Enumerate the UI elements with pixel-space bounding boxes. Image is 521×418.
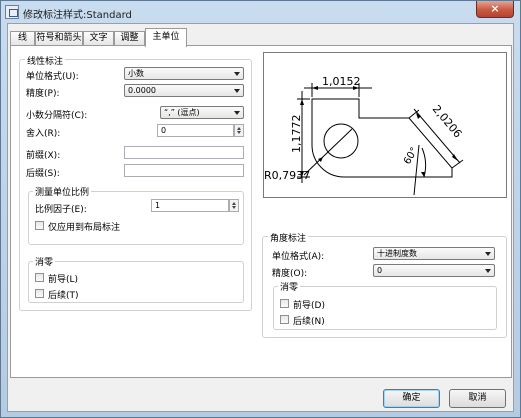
angular-trailing-zero-label: 后续(N)	[293, 317, 325, 327]
linear-dimensions-title: 线性标注	[25, 54, 66, 67]
arrowhead-icon	[300, 99, 304, 105]
scale-factor-label: 比例因子(E):	[35, 205, 87, 215]
angular-leading-zero-checkbox[interactable]	[280, 299, 289, 308]
layout-only-label: 仅应用到布局标注	[48, 223, 121, 233]
chevron-down-icon	[485, 252, 491, 256]
tab-symbols-arrows[interactable]: 符号和箭头	[35, 31, 83, 46]
tab-text[interactable]: 文字	[83, 31, 114, 46]
angular-unit-format-label: 单位格式(A):	[272, 252, 325, 262]
radius-leader	[303, 128, 353, 176]
spin-down-icon	[232, 206, 236, 209]
prefix-label: 前缀(X):	[26, 151, 61, 161]
spin-up-icon	[232, 202, 236, 205]
unit-format-label: 单位格式(U):	[26, 72, 79, 82]
decimal-separator-select[interactable]: “,” (逗点)	[160, 106, 244, 119]
arrowhead-icon	[312, 86, 318, 90]
unit-format-value: 小数	[128, 69, 144, 78]
chevron-down-icon	[485, 269, 491, 273]
spin-down-icon	[237, 131, 241, 134]
dimension-preview: 1,0152 1,1772 2,0206 R0,7937 60°	[263, 52, 507, 198]
app-icon	[5, 5, 19, 19]
angular-precision-value: 0	[377, 266, 383, 275]
window-title: 修改标注样式:Standard	[23, 10, 132, 21]
preview-drawing: 1,0152 1,1772 2,0206 R0,7937 60°	[264, 75, 465, 196]
round-off-spinner[interactable]	[234, 124, 244, 137]
leading-zero-label: 前导(L)	[48, 275, 79, 285]
angular-unit-format-select[interactable]: 十进制度数	[373, 247, 495, 260]
close-button[interactable]: ×	[476, 1, 514, 18]
cancel-button[interactable]: 取消	[449, 389, 506, 408]
tab-fit[interactable]: 调整	[114, 31, 145, 46]
leading-zero-checkbox[interactable]	[35, 273, 44, 282]
precision-select[interactable]: 0.0000	[124, 84, 244, 97]
extension-line	[451, 159, 464, 169]
angular-precision-label: 精度(O):	[272, 269, 308, 279]
tab-primary-units[interactable]: 主单位	[145, 28, 187, 47]
precision-value: 0.0000	[128, 86, 156, 95]
chevron-down-icon	[234, 111, 240, 115]
angular-zero-suppression-title: 消零	[278, 280, 301, 293]
chevron-down-icon	[234, 72, 240, 76]
scale-factor-spinner[interactable]	[229, 199, 239, 212]
dialog-body: 线 符号和箭头 文字 调整 主单位 线性标注 单位格式(U): 小数 精度(P)…	[7, 23, 514, 412]
layout-only-checkbox[interactable]	[35, 221, 44, 230]
decimal-separator-label: 小数分隔符(C):	[26, 111, 88, 121]
suffix-input[interactable]	[124, 164, 244, 177]
angular-dimensions-title: 角度标注	[268, 231, 309, 244]
unit-format-select[interactable]: 小数	[124, 67, 244, 80]
zero-suppression-title: 消零	[33, 255, 56, 268]
prefix-input[interactable]	[124, 146, 244, 159]
scale-factor-input[interactable]: 1	[151, 199, 229, 212]
ok-button[interactable]: 确定	[383, 389, 440, 408]
dim-label-left: 1,1772	[290, 115, 303, 154]
angular-unit-format-value: 十进制度数	[377, 249, 417, 258]
spin-up-icon	[237, 127, 241, 130]
measurement-scale-title: 测量单位比例	[33, 185, 92, 198]
dimension-style-dialog: 修改标注样式:Standard × 线 符号和箭头 文字 调整 主单位 线性标注…	[0, 0, 521, 418]
suffix-label: 后缀(S):	[26, 169, 60, 179]
trailing-zero-label: 后续(T)	[48, 291, 79, 301]
dim-label-top: 1,0152	[322, 75, 361, 88]
title-bar[interactable]: 修改标注样式:Standard ×	[1, 1, 520, 23]
angular-trailing-zero-checkbox[interactable]	[280, 315, 289, 324]
tab-lines[interactable]: 线	[10, 31, 35, 46]
round-off-input[interactable]: 0	[157, 124, 234, 137]
angular-leading-zero-label: 前导(D)	[293, 301, 325, 311]
dim-label-right: 2,0206	[430, 103, 465, 141]
trailing-zero-checkbox[interactable]	[35, 289, 44, 298]
tab-panel-primary-units: 线性标注 单位格式(U): 小数 精度(P): 0.0000 小数分隔符(C):…	[10, 45, 512, 378]
precision-label: 精度(P):	[26, 89, 60, 99]
radius-label: R0,7937	[264, 169, 310, 182]
angular-precision-select[interactable]: 0	[373, 264, 495, 277]
decimal-separator-value: “,” (逗点)	[164, 108, 200, 117]
part-hole	[323, 123, 359, 159]
chevron-down-icon	[234, 89, 240, 93]
round-off-label: 舍入(R):	[26, 129, 61, 139]
